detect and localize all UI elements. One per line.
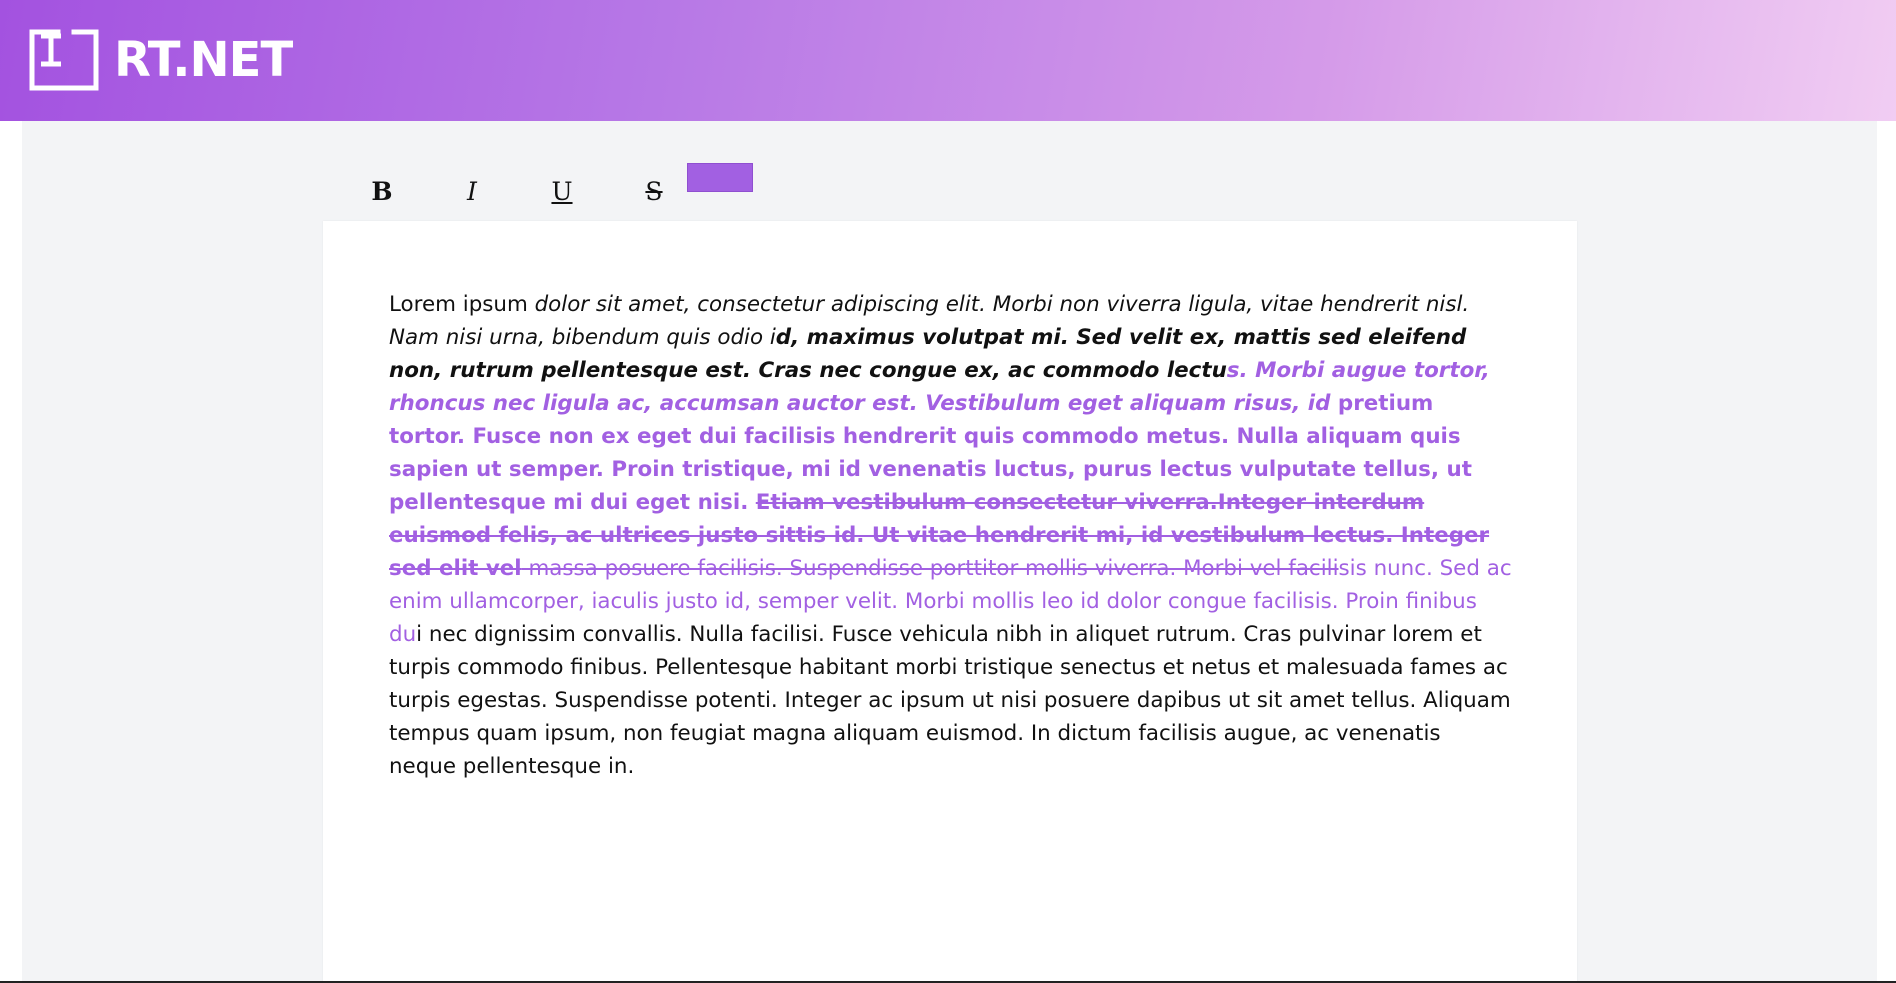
text-segment-plain-end: i nec dignissim convallis. Nulla facilis… [389, 622, 1511, 779]
logo[interactable]: RT.NET [28, 28, 293, 92]
text-cursor-icon [29, 29, 99, 91]
strikethrough-button[interactable]: S [624, 161, 684, 221]
app-header: RT.NET [0, 0, 1896, 121]
text-color-picker[interactable] [687, 163, 753, 192]
bold-button[interactable]: B [352, 161, 412, 221]
underline-button[interactable]: U [532, 161, 592, 221]
editor-workspace: B I U S Lorem ipsum dolor sit amet, cons… [22, 121, 1877, 983]
text-segment-plain: Lorem ipsum [389, 292, 535, 317]
editor-content[interactable]: Lorem ipsum dolor sit amet, consectetur … [389, 288, 1513, 783]
italic-button[interactable]: I [442, 161, 502, 221]
text-segment-strike-colored: massa posuere facilisis. Suspendisse por… [521, 556, 1339, 581]
editor-page[interactable]: Lorem ipsum dolor sit amet, consectetur … [323, 221, 1577, 983]
logo-text: RT.NET [114, 32, 293, 88]
